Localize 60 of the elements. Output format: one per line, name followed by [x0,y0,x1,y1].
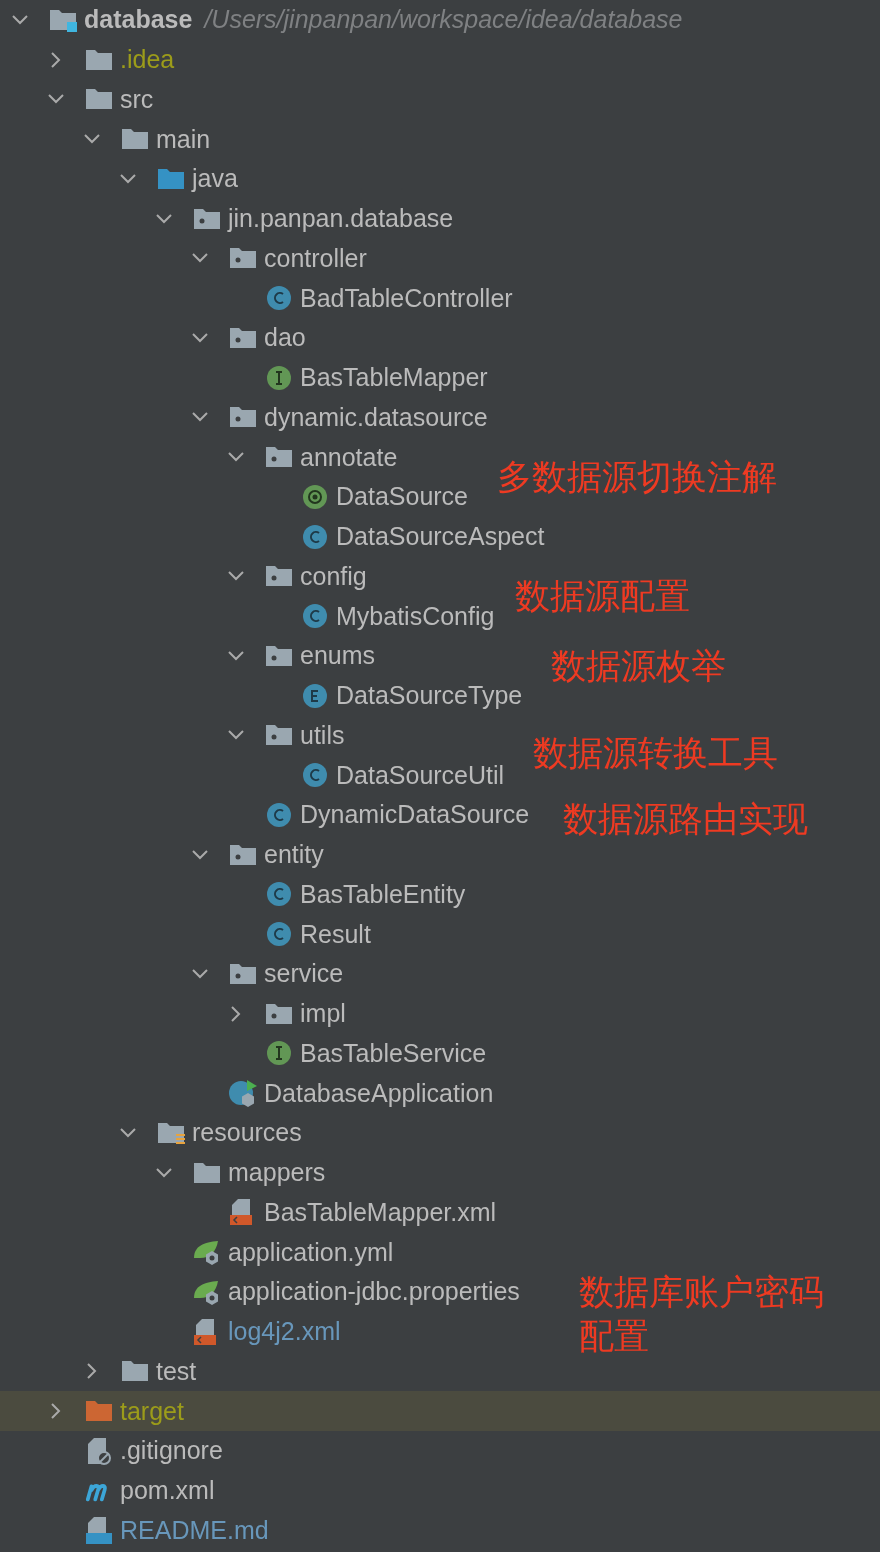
item-name[interactable]: DataSource [336,482,469,512]
item-name[interactable]: DataSourceAspect [336,522,545,552]
item-name[interactable]: DataSourceUtil [336,760,505,790]
spring-boot-class-icon [228,1079,258,1108]
item-name[interactable]: mappers [228,1158,326,1188]
item-name[interactable]: src [120,84,154,114]
class-icon [302,603,328,630]
class-icon [302,523,328,550]
class-icon [266,801,292,828]
item-name[interactable]: DynamicDataSource [300,800,530,830]
class-icon [266,881,292,908]
enum-icon [302,682,328,709]
item-name[interactable]: impl [300,999,346,1029]
item-name[interactable]: .gitignore [120,1436,223,1466]
item-name[interactable]: annotate [300,442,398,472]
project-path: /Users/jinpanpan/workspace/idea/database [204,5,683,35]
item-name[interactable]: BadTableController [300,283,513,313]
item-name[interactable]: DataSourceType [336,681,523,711]
item-name[interactable]: resources [192,1118,302,1148]
item-name[interactable]: log4j2.xml [228,1317,341,1347]
item-name[interactable]: BasTableMapper [300,363,488,393]
item-name[interactable]: target [120,1396,184,1426]
interface-icon [266,1040,292,1067]
annotation-note: 数据库账户密码配置 [579,1271,825,1358]
item-name[interactable]: Result [300,919,371,949]
annotation-note: 数据源路由实现 [563,798,809,841]
item-name[interactable]: config [300,561,367,591]
item-name[interactable]: jin.panpan.database [228,204,454,234]
markdown-file-icon [84,1516,114,1545]
item-name[interactable]: BasTableMapper.xml [264,1197,497,1227]
class-icon [266,285,292,312]
item-name[interactable]: test [156,1356,197,1386]
annotation-note: 数据源配置 [515,575,691,619]
item-name[interactable]: MybatisConfig [336,601,495,631]
item-name[interactable]: entity [264,840,324,870]
item-name[interactable]: main [156,124,211,154]
item-name[interactable]: DatabaseApplication [264,1078,494,1108]
item-name[interactable]: application-jdbc.properties [228,1277,520,1307]
item-name[interactable]: enums [300,641,376,671]
item-name[interactable]: service [264,959,344,989]
item-name[interactable]: application.yml [228,1237,394,1267]
annotation-icon [302,483,328,510]
item-name[interactable]: .idea [120,45,175,75]
annotation-note: 多数据源切换注解 [497,456,778,499]
class-icon [266,921,292,948]
interface-icon [266,364,292,391]
item-name[interactable]: database [84,5,193,35]
annotation-note: 数据源枚举 [551,644,727,688]
item-name[interactable]: utils [300,720,345,750]
item-name[interactable]: java [192,164,238,194]
highlighted-row[interactable]: target [0,1391,880,1431]
item-name[interactable]: dao [264,323,306,353]
item-name[interactable]: pom.xml [120,1476,215,1506]
class-icon [302,762,328,789]
item-name[interactable]: BasTableService [300,1038,487,1068]
item-name[interactable]: controller [264,243,367,273]
item-name[interactable]: README.md [120,1515,269,1545]
item-name[interactable]: BasTableEntity [300,879,466,909]
item-name[interactable]: dynamic.datasource [264,402,488,432]
annotation-note: 数据源转换工具 [533,732,779,776]
